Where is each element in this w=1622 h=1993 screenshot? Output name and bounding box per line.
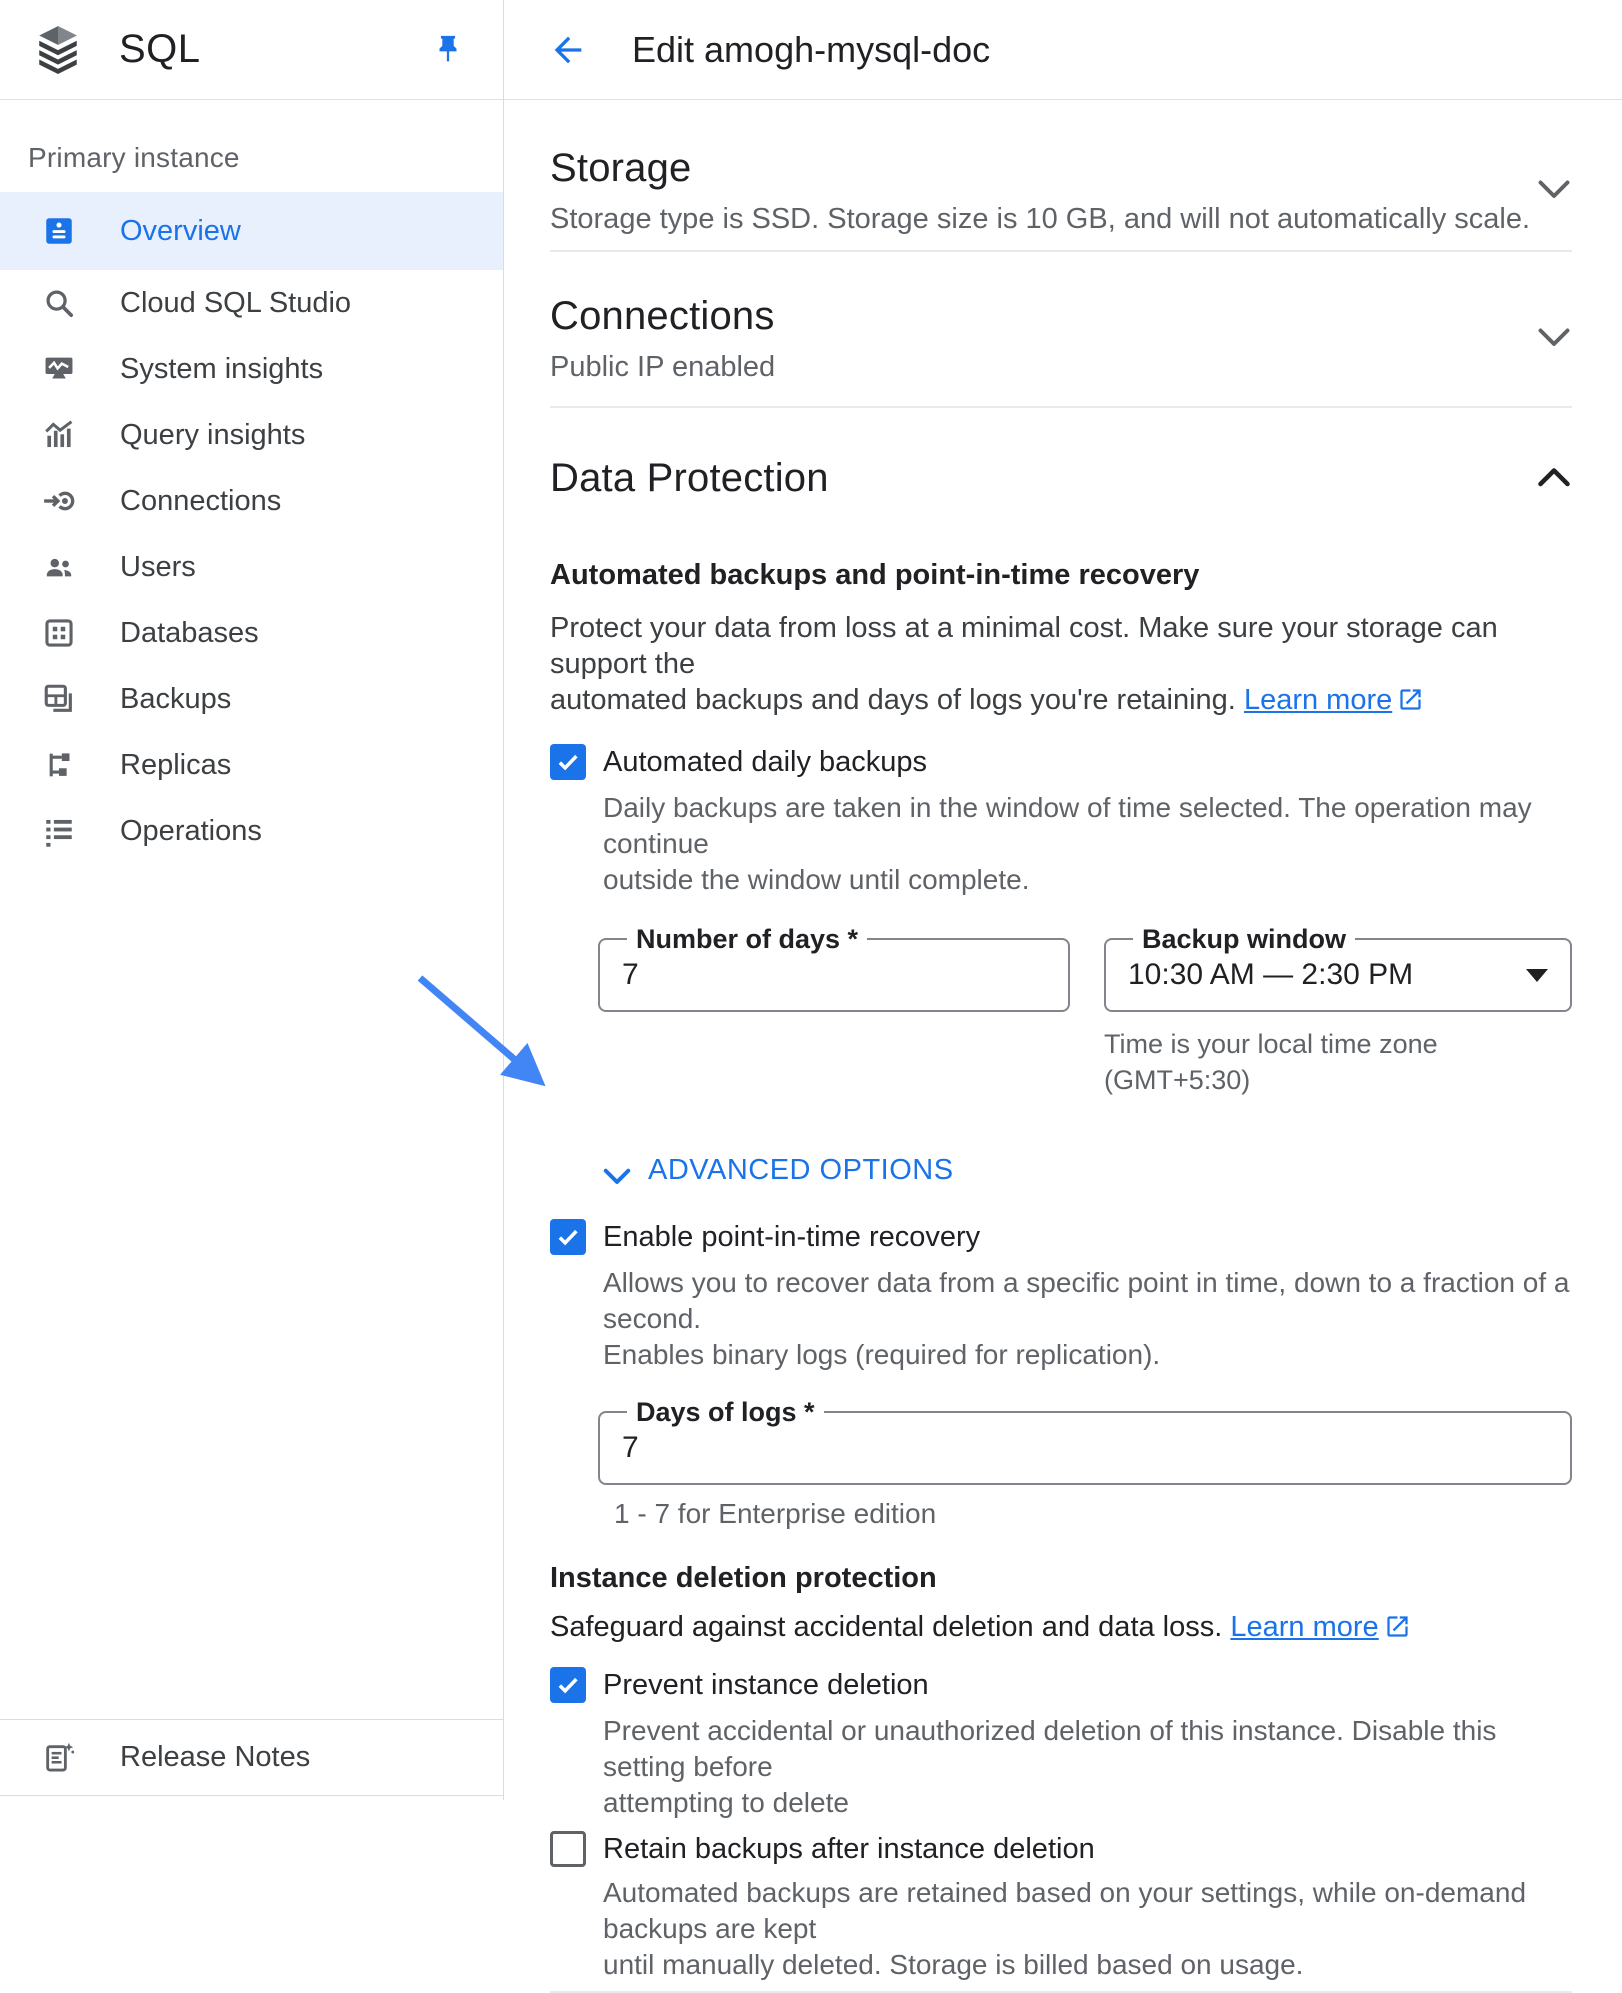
pitr-row: Enable point-in-time recovery <box>550 1217 1572 1257</box>
deletion-protection-subheading: Instance deletion protection <box>550 1561 1572 1595</box>
deletion-protection-description: Safeguard against accidental deletion an… <box>550 1609 1572 1645</box>
section-data-protection: Data Protection Automated backups and po… <box>550 408 1572 1993</box>
days-of-logs-label: Days of logs * <box>627 1397 824 1427</box>
release-notes-label: Release Notes <box>120 1741 310 1774</box>
prevent-deletion-row: Prevent instance deletion <box>550 1665 1572 1705</box>
sidebar-item-cloud-sql-studio[interactable]: Cloud SQL Studio <box>0 270 503 336</box>
sidebar-item-label: System insights <box>120 353 323 386</box>
automated-daily-backups-description: Daily backups are taken in the window of… <box>603 790 1572 898</box>
sidebar-item-query-insights[interactable]: Query insights <box>0 402 503 468</box>
query-insights-icon <box>42 418 76 452</box>
advanced-options-toggle[interactable]: ADVANCED OPTIONS <box>602 1154 1572 1187</box>
data-protection-title: Data Protection <box>550 454 829 502</box>
days-of-logs-input[interactable] <box>622 1427 1548 1469</box>
sidebar-item-release-notes[interactable]: Release Notes <box>0 1719 503 1796</box>
backups-subheading: Automated backups and point-in-time reco… <box>550 558 1572 592</box>
users-icon <box>42 550 76 584</box>
external-link-icon <box>1397 686 1424 713</box>
backup-window-value: 10:30 AM — 2:30 PM <box>1128 958 1413 992</box>
operations-icon <box>42 814 76 848</box>
sidebar-item-label: Users <box>120 551 196 584</box>
edit-form: Storage Storage type is SSD. Storage siz… <box>504 100 1622 1993</box>
backups-icon <box>42 682 76 716</box>
section-storage: Storage Storage type is SSD. Storage siz… <box>550 100 1572 252</box>
storage-subtitle: Storage type is SSD. Storage size is 10 … <box>550 202 1530 236</box>
sidebar-item-system-insights[interactable]: System insights <box>0 336 503 402</box>
cloud-sql-logo-icon <box>33 23 83 77</box>
replicas-icon <box>42 748 76 782</box>
sidebar-header: SQL <box>0 0 503 100</box>
sidebar-section-label: Primary instance <box>0 100 503 192</box>
storage-title: Storage <box>550 144 1530 192</box>
sidebar-item-users[interactable]: Users <box>0 534 503 600</box>
sidebar-item-label: Backups <box>120 683 231 716</box>
sidebar-item-replicas[interactable]: Replicas <box>0 732 503 798</box>
retain-backups-checkbox[interactable] <box>550 1831 586 1867</box>
pitr-checkbox[interactable] <box>550 1219 586 1255</box>
checkbox-label: Enable point-in-time recovery <box>603 1217 980 1257</box>
main-panel: Edit amogh-mysql-doc Storage Storage typ… <box>504 0 1622 1800</box>
backup-window-label: Backup window <box>1133 924 1355 954</box>
sidebar-spacer <box>0 864 503 1719</box>
days-of-logs-helper: 1 - 7 for Enterprise edition <box>614 1497 1572 1531</box>
cloud-sql-edit-page: SQL Primary instance Overview Cloud SQL … <box>0 0 1622 1800</box>
pitr-description: Allows you to recover data from a specif… <box>603 1265 1572 1373</box>
automated-daily-backups-checkbox[interactable] <box>550 744 586 780</box>
databases-icon <box>42 616 76 650</box>
release-notes-icon <box>42 1741 76 1775</box>
backup-window-helper: Time is your local time zone (GMT+5:30) <box>1104 1026 1572 1098</box>
days-of-logs-field: Days of logs * <box>598 1397 1572 1485</box>
number-of-days-label: Number of days * <box>627 924 867 954</box>
search-icon <box>42 286 76 320</box>
sidebar-item-databases[interactable]: Databases <box>0 600 503 666</box>
external-link-icon <box>1384 1613 1411 1640</box>
sidebar-item-connections[interactable]: Connections <box>0 468 503 534</box>
sidebar-item-label: Query insights <box>120 419 305 452</box>
connections-subtitle: Public IP enabled <box>550 350 775 384</box>
sidebar-item-label: Databases <box>120 617 259 650</box>
chevron-down-icon <box>602 1161 632 1181</box>
pin-icon[interactable] <box>431 33 465 67</box>
sidebar-item-operations[interactable]: Operations <box>0 798 503 864</box>
sidebar-item-backups[interactable]: Backups <box>0 666 503 732</box>
sidebar-item-overview[interactable]: Overview <box>0 192 503 270</box>
checkbox-label: Retain backups after instance deletion <box>603 1829 1095 1869</box>
connections-title: Connections <box>550 292 775 340</box>
learn-more-link[interactable]: Learn more <box>1230 1611 1378 1643</box>
sidebar-nav: Overview Cloud SQL Studio System insight… <box>0 192 503 864</box>
advanced-options-label: ADVANCED OPTIONS <box>648 1154 954 1187</box>
prevent-deletion-description: Prevent accidental or unauthorized delet… <box>603 1713 1572 1821</box>
number-of-days-field: Number of days * <box>598 924 1070 1012</box>
prevent-deletion-checkbox[interactable] <box>550 1667 586 1703</box>
connections-icon <box>42 484 76 518</box>
backups-description: Protect your data from loss at a minimal… <box>550 610 1572 718</box>
checkbox-label: Prevent instance deletion <box>603 1665 929 1705</box>
backup-window-select[interactable]: 10:30 AM — 2:30 PM <box>1128 954 1548 996</box>
number-of-days-input[interactable] <box>622 954 1046 996</box>
automated-daily-backups-row: Automated daily backups <box>550 742 1572 782</box>
sidebar-item-label: Overview <box>120 215 241 248</box>
app-title: SQL <box>119 27 201 72</box>
dropdown-caret-icon <box>1526 969 1548 982</box>
page-header: Edit amogh-mysql-doc <box>504 0 1622 100</box>
retain-backups-row: Retain backups after instance deletion <box>550 1829 1572 1869</box>
checkbox-label: Automated daily backups <box>603 742 927 782</box>
backup-fields-row: Number of days * Backup window 10:30 AM … <box>598 924 1572 1098</box>
learn-more-link[interactable]: Learn more <box>1244 684 1392 716</box>
overview-icon <box>42 214 76 248</box>
back-arrow-icon[interactable] <box>548 30 588 70</box>
data-protection-collapse-chevron-up-icon[interactable] <box>1536 466 1572 490</box>
sidebar-item-label: Connections <box>120 485 281 518</box>
section-connections: Connections Public IP enabled <box>550 252 1572 408</box>
connections-expand-chevron-down-icon[interactable] <box>1536 326 1572 350</box>
sidebar-item-label: Replicas <box>120 749 231 782</box>
backup-window-field: Backup window 10:30 AM — 2:30 PM <box>1104 924 1572 1012</box>
storage-expand-chevron-down-icon[interactable] <box>1536 178 1572 202</box>
retain-backups-description: Automated backups are retained based on … <box>603 1875 1572 1983</box>
sidebar-item-label: Operations <box>120 815 262 848</box>
page-title: Edit amogh-mysql-doc <box>632 29 990 71</box>
sidebar-item-label: Cloud SQL Studio <box>120 287 351 320</box>
sidebar: SQL Primary instance Overview Cloud SQL … <box>0 0 504 1800</box>
system-insights-icon <box>42 352 76 386</box>
